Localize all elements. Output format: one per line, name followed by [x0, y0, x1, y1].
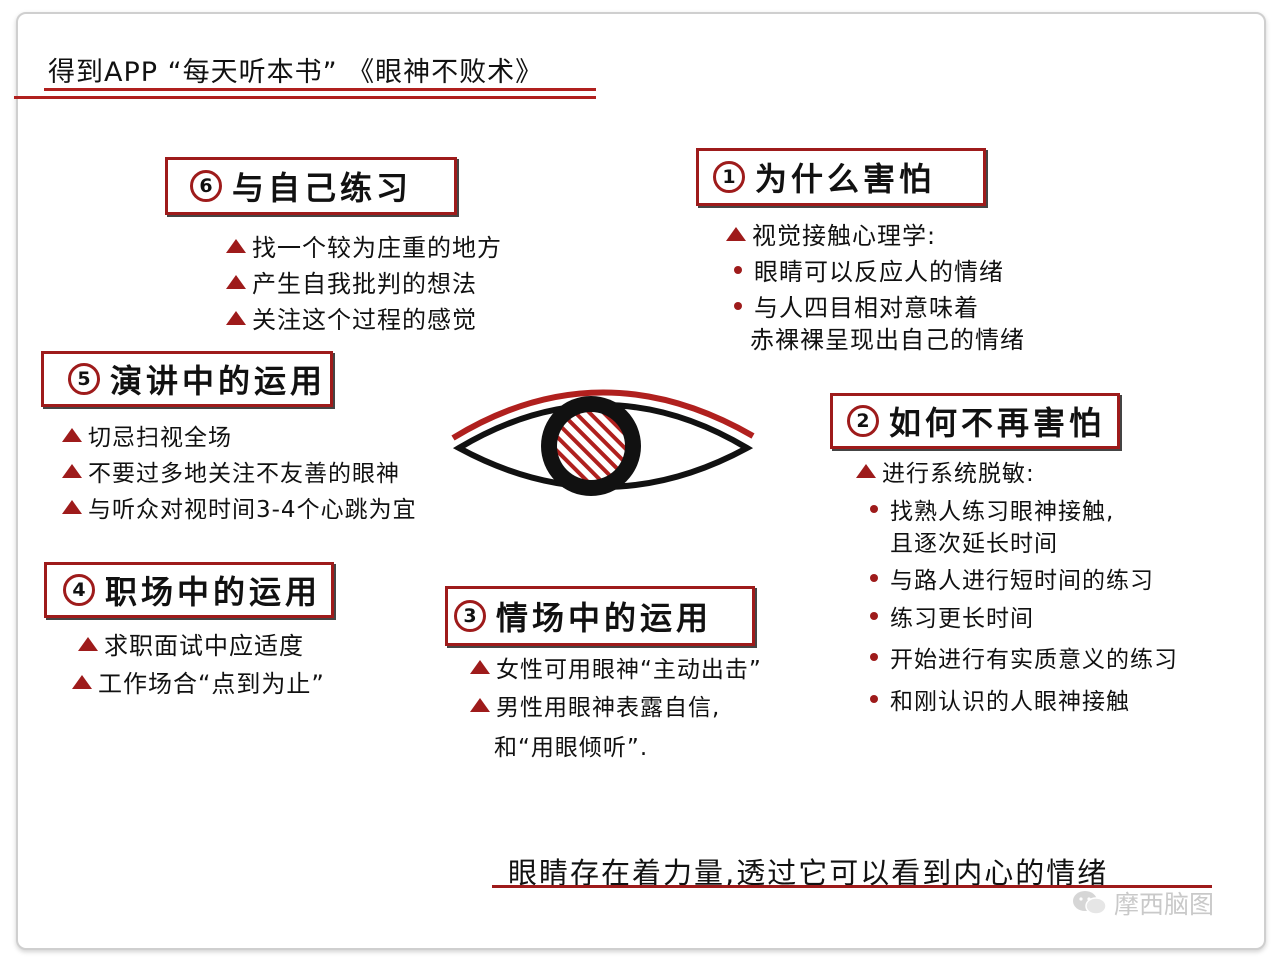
triangle-bullet-icon: [470, 698, 490, 712]
section-4-item: 工作场合“点到为止”: [72, 664, 325, 699]
section-2-item: 与路人进行短时间的练习: [870, 561, 1154, 595]
section-5-item: 与听众对视时间3-4个心跳为宜: [62, 490, 417, 524]
wechat-icon: [1072, 889, 1108, 917]
triangle-bullet-icon: [62, 464, 82, 478]
section-4-box: 4 职场中的运用: [44, 562, 334, 618]
triangle-bullet-icon: [78, 636, 98, 651]
section-3-item: 女性可用眼神“主动出击”: [470, 650, 762, 684]
watermark-text: 摩西脑图: [1114, 890, 1215, 919]
title-underline-double: [14, 96, 596, 99]
page-title: 得到APP “每天听本书” 《眼神不败术》: [48, 57, 544, 88]
section-1-number: 1: [713, 161, 745, 193]
section-2-item: 练习更长时间: [870, 599, 1034, 633]
triangle-bullet-icon: [62, 500, 82, 514]
eye-icon: [451, 389, 755, 496]
dot-bullet-icon: [870, 574, 878, 582]
section-5-item: 切忌扫视全场: [62, 418, 232, 452]
triangle-bullet-icon: [726, 226, 746, 241]
dot-bullet-icon: [734, 265, 742, 274]
dot-bullet-icon: [734, 301, 742, 310]
section-1-subtitle: 视觉接触心理学:: [726, 216, 936, 251]
section-2-title: 如何不再害怕: [889, 404, 1106, 442]
section-6-item: 产生自我批判的想法: [226, 264, 477, 299]
section-2-number: 2: [847, 405, 879, 437]
section-3-item: 男性用眼神表露自信,: [470, 688, 720, 722]
section-3-item-continuation: 和“用眼倾听”.: [494, 735, 649, 761]
section-1-item: 眼睛可以反应人的情绪: [734, 252, 1004, 287]
section-6-title: 与自己练习: [232, 169, 413, 207]
section-2-item: 找熟人练习眼神接触,: [870, 492, 1114, 526]
section-1-title: 为什么害怕: [755, 160, 936, 198]
section-2-item: 和刚认识的人眼神接触: [870, 682, 1130, 716]
section-1-item-continuation: 赤裸裸呈现出自己的情绪: [750, 326, 1025, 354]
section-6-item: 找一个较为庄重的地方: [226, 228, 502, 263]
section-3-title: 情场中的运用: [496, 599, 713, 637]
section-6-number: 6: [190, 170, 222, 202]
dot-bullet-icon: [870, 505, 878, 513]
dot-bullet-icon: [870, 612, 878, 620]
section-3-box: 3 情场中的运用: [445, 586, 755, 646]
triangle-bullet-icon: [856, 464, 876, 478]
section-2-subtitle: 进行系统脱敏:: [856, 454, 1035, 488]
triangle-bullet-icon: [226, 310, 246, 325]
triangle-bullet-icon: [470, 660, 490, 674]
section-1-box: 1 为什么害怕: [696, 148, 986, 206]
title-underline: [44, 88, 596, 91]
triangle-bullet-icon: [226, 238, 246, 253]
section-6-box: 6 与自己练习: [165, 157, 457, 215]
dot-bullet-icon: [870, 653, 878, 661]
section-4-number: 4: [63, 574, 95, 606]
triangle-bullet-icon: [62, 428, 82, 442]
watermark: 摩西脑图: [1072, 885, 1214, 921]
section-5-item: 不要过多地关注不友善的眼神: [62, 454, 400, 488]
section-4-title: 职场中的运用: [105, 573, 322, 611]
dot-bullet-icon: [870, 695, 878, 703]
section-2-item: 开始进行有实质意义的练习: [870, 640, 1178, 674]
section-1-item: 与人四目相对意味着: [734, 288, 979, 323]
triangle-bullet-icon: [72, 674, 92, 689]
section-5-number: 5: [68, 363, 100, 395]
section-3-number: 3: [454, 600, 486, 632]
section-4-item: 求职面试中应适度: [78, 626, 304, 661]
triangle-bullet-icon: [226, 274, 246, 289]
section-2-box: 2 如何不再害怕: [830, 393, 1120, 449]
section-6-item: 关注这个过程的感觉: [226, 300, 477, 335]
section-5-box: 5 演讲中的运用: [41, 351, 333, 407]
section-2-item-continuation: 且逐次延长时间: [890, 531, 1058, 557]
section-5-title: 演讲中的运用: [110, 362, 327, 400]
